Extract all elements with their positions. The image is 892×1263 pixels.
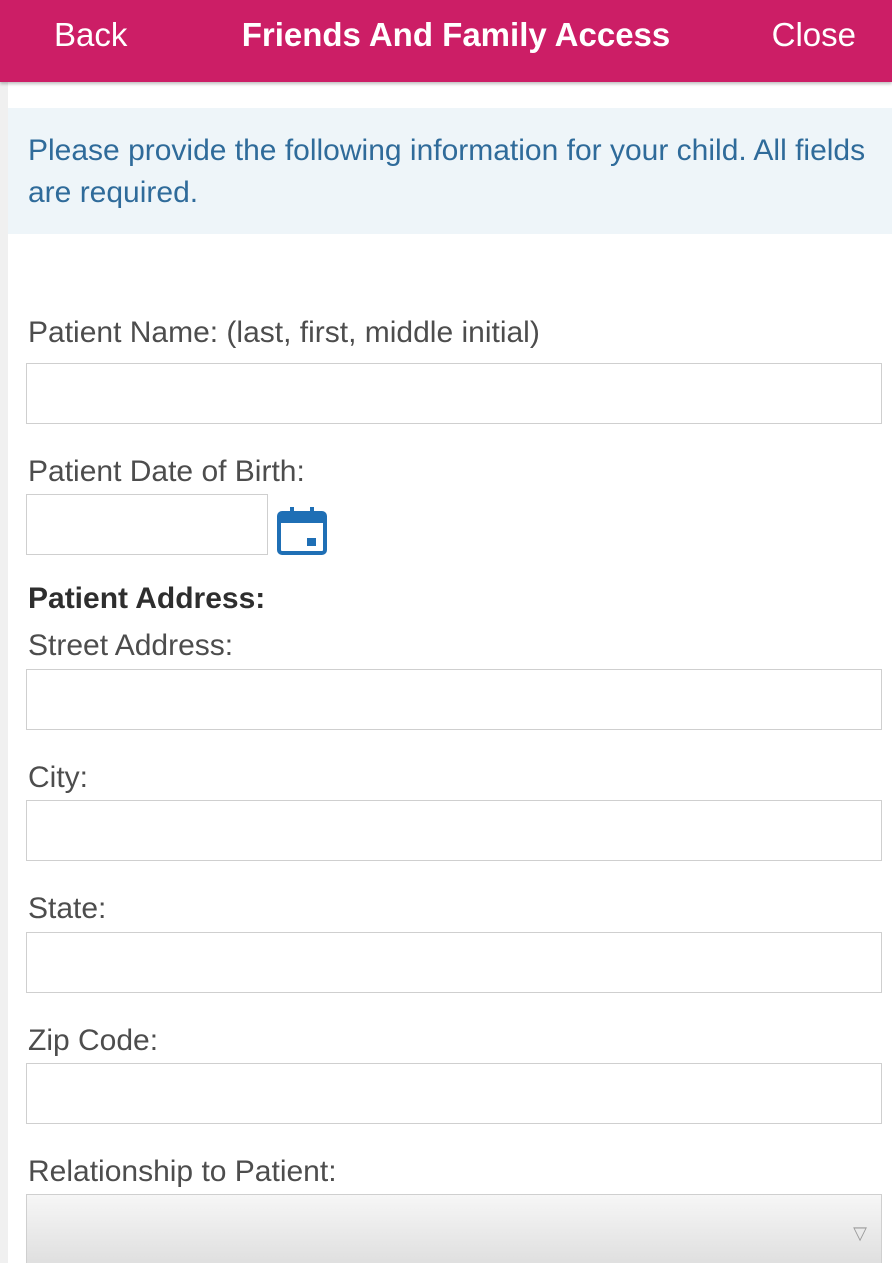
form-container: Please provide the following information… — [8, 82, 892, 1263]
street-address-input[interactable] — [26, 669, 882, 730]
calendar-icon[interactable] — [276, 505, 328, 557]
dob-input[interactable] — [26, 494, 268, 555]
patient-address-heading: Patient Address: — [28, 582, 266, 615]
city-label: City: — [28, 761, 88, 794]
header-bar: Back Friends And Family Access Close — [0, 0, 892, 82]
relationship-select[interactable]: ▽ — [26, 1194, 882, 1263]
close-button[interactable]: Close — [772, 14, 856, 56]
dob-label: Patient Date of Birth: — [28, 455, 305, 488]
info-notice: Please provide the following information… — [8, 108, 892, 234]
patient-name-label: Patient Name: (last, first, middle initi… — [28, 316, 540, 349]
city-input[interactable] — [26, 800, 882, 861]
patient-name-input[interactable] — [26, 363, 882, 424]
notice-text: Please provide the following information… — [28, 134, 866, 209]
state-label: State: — [28, 892, 107, 925]
page: Back Friends And Family Access Close Ple… — [0, 0, 892, 1263]
chevron-down-icon: ▽ — [853, 1223, 867, 1243]
state-input[interactable] — [26, 932, 882, 993]
page-title: Friends And Family Access — [241, 16, 671, 53]
zip-code-label: Zip Code: — [28, 1024, 159, 1057]
zip-code-input[interactable] — [26, 1063, 882, 1124]
street-address-label: Street Address: — [28, 629, 234, 662]
relationship-label: Relationship to Patient: — [28, 1155, 337, 1188]
